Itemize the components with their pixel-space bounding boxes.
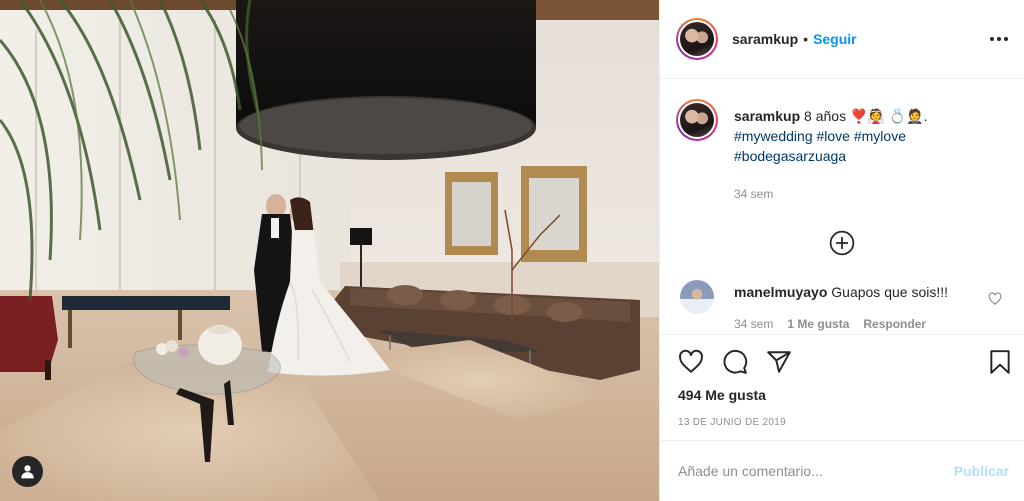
caption-age: 8 años (804, 108, 847, 124)
plus-circle-icon[interactable] (829, 230, 855, 256)
user-tag-icon (21, 465, 34, 479)
reply-button[interactable]: Responder (863, 315, 926, 333)
post-date[interactable]: 13 DE JUNIO DE 2019 (660, 417, 1024, 428)
follow-button[interactable]: Seguir (813, 31, 857, 47)
paper-plane-icon[interactable] (766, 349, 792, 375)
likes-count[interactable]: 494 Me gusta (660, 387, 1024, 403)
author-avatar[interactable] (676, 18, 718, 60)
post-photo[interactable] (0, 0, 659, 501)
instagram-post: saramkup • Seguir saramkup 8 años ❣️👰 💍🤵… (0, 0, 1024, 501)
comment-time[interactable]: 34 sem (734, 315, 773, 333)
user-tag-button[interactable] (12, 456, 43, 487)
post-caption: saramkup 8 años ❣️👰 💍🤵. #mywedding #love… (676, 99, 1008, 204)
comment-meta: 34 sem 1 Me gusta Responder (734, 315, 948, 333)
caption-time[interactable]: 34 sem (734, 184, 928, 204)
bookmark-icon[interactable] (987, 349, 1013, 375)
caption-hashtags: #mywedding #love #mylove #bodegasarzuaga (734, 128, 906, 164)
hashtag-link[interactable]: #mylove (854, 128, 906, 144)
caption-avatar[interactable] (676, 99, 718, 141)
hashtag-link[interactable]: #love (817, 128, 850, 144)
comment-item: manelmuyayo Guapos que sois!!! 34 sem 1 … (676, 280, 1008, 333)
commenter-username[interactable]: manelmuyayo (734, 284, 827, 300)
add-comment-bar: Publicar (660, 440, 1024, 501)
comments-section: saramkup 8 años ❣️👰 💍🤵. #mywedding #love… (660, 79, 1024, 334)
action-bar (660, 335, 1024, 389)
comment-body: manelmuyayo Guapos que sois!!! 34 sem 1 … (734, 280, 948, 333)
post-header: saramkup • Seguir (660, 0, 1024, 79)
publish-button[interactable]: Publicar (954, 463, 1009, 479)
wedding-photo-scene (0, 0, 659, 501)
comment-bubble-icon[interactable] (722, 349, 748, 375)
load-more-comments[interactable] (676, 230, 1008, 256)
heart-icon[interactable] (678, 349, 704, 375)
comment-text: Guapos que sois!!! (831, 284, 949, 300)
hashtag-link[interactable]: #bodegasarzuaga (734, 148, 846, 164)
comment-input[interactable] (678, 463, 954, 479)
follow-separator: • (803, 31, 809, 47)
caption-username[interactable]: saramkup (734, 108, 800, 124)
post-side-panel: saramkup • Seguir saramkup 8 años ❣️👰 💍🤵… (659, 0, 1024, 501)
comment-heart-icon[interactable] (988, 292, 1002, 306)
caption-text: saramkup 8 años ❣️👰 💍🤵. #mywedding #love… (734, 99, 928, 204)
commenter-avatar[interactable] (680, 280, 714, 314)
author-username[interactable]: saramkup (732, 31, 798, 47)
more-options-icon[interactable] (984, 31, 1008, 47)
hashtag-link[interactable]: #mywedding (734, 128, 813, 144)
caption-emojis: ❣️👰 💍🤵. (849, 108, 928, 124)
post-actions-section: 494 Me gusta 13 DE JUNIO DE 2019 (660, 334, 1024, 428)
comment-likes[interactable]: 1 Me gusta (787, 315, 849, 333)
